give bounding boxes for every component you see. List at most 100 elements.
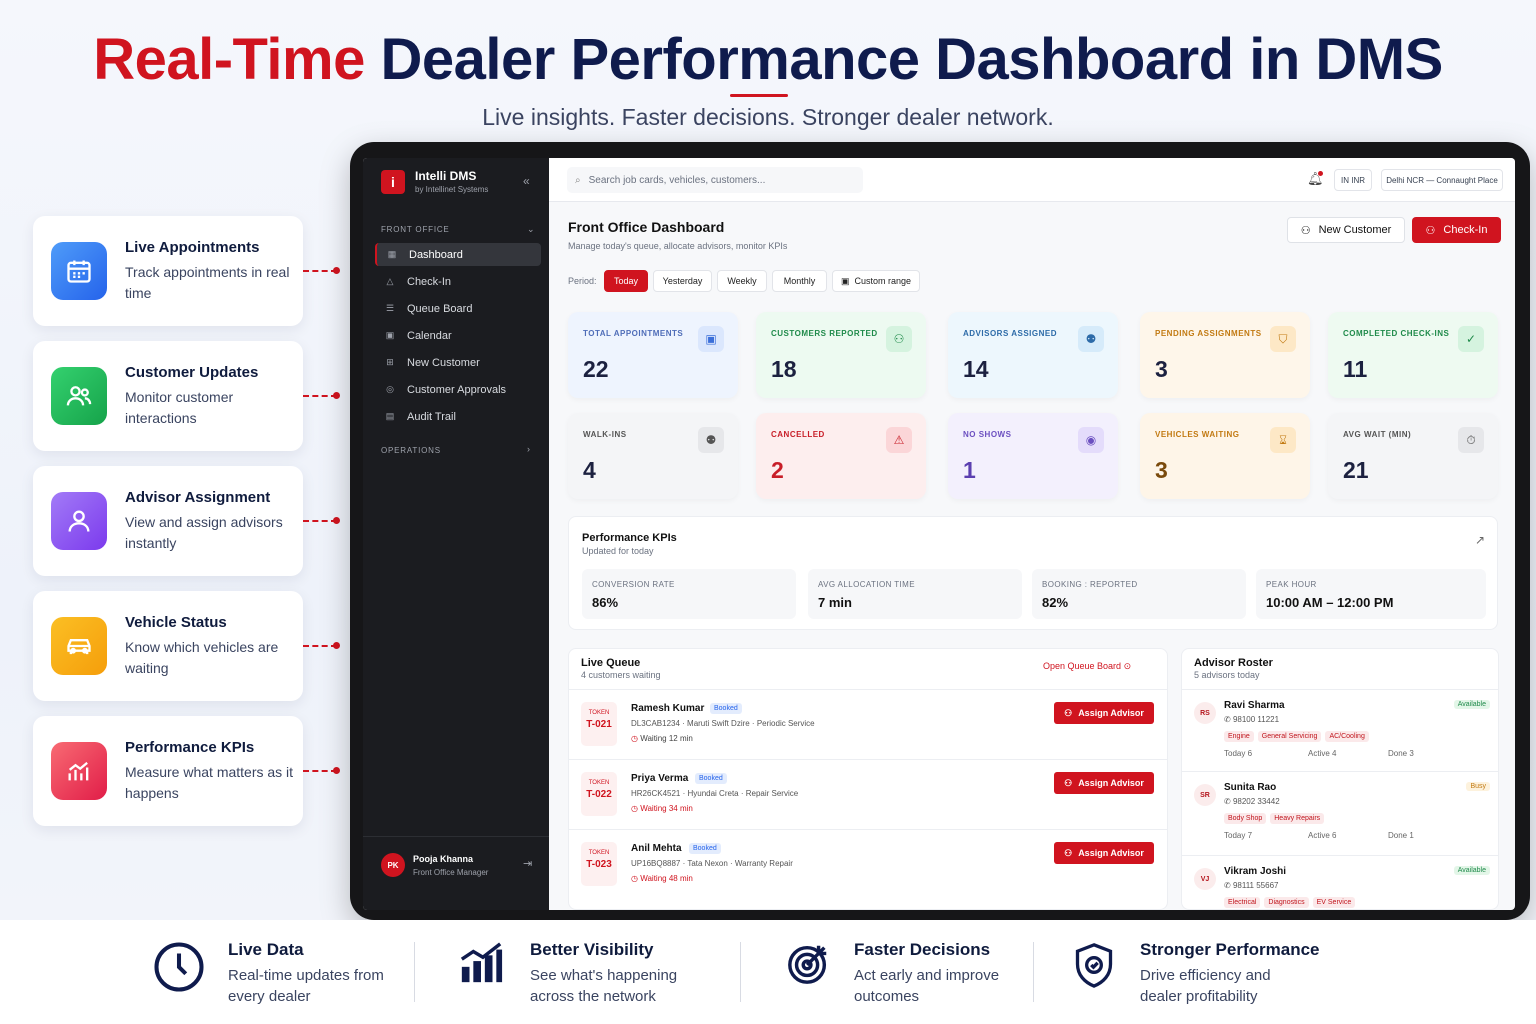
feature-title: Live Appointments bbox=[125, 238, 260, 256]
skill-tag: AC/Cooling bbox=[1325, 731, 1369, 742]
kpi-value: 11 bbox=[1343, 356, 1368, 382]
users-icon: ⚉ bbox=[698, 427, 724, 453]
token-badge: TOKEN T-021 bbox=[581, 702, 617, 746]
feature-title: Performance KPIs bbox=[125, 738, 255, 756]
metric-label: PEAK HOUR bbox=[1266, 580, 1317, 589]
feature-card-kpis: Performance KPIs Measure what matters as … bbox=[33, 716, 303, 826]
wait-time: ◷ Waiting 12 min bbox=[631, 734, 693, 743]
kpi-label: ADVISORS ASSIGNED bbox=[963, 329, 1057, 338]
period-today[interactable]: Today bbox=[604, 270, 648, 292]
assign-advisor-button[interactable]: ⚇ Assign Advisor bbox=[1054, 702, 1154, 724]
assign-advisor-button[interactable]: ⚇ Assign Advisor bbox=[1054, 772, 1154, 794]
panel-title: Live Queue bbox=[581, 657, 641, 669]
kpi-card-total-appointments[interactable]: TOTAL APPOINTMENTS 22 ▣ bbox=[568, 312, 738, 398]
connector-line bbox=[303, 270, 337, 272]
kpi-card-walk-ins[interactable]: WALK-INS 4 ⚉ bbox=[568, 413, 738, 499]
period-yesterday[interactable]: Yesterday bbox=[653, 270, 712, 292]
feature-desc: Measure what matters as it happens bbox=[125, 763, 294, 801]
metric-peak-hour: PEAK HOUR 10:00 AM – 12:00 PM bbox=[1256, 569, 1486, 619]
section-front-office[interactable]: FRONT OFFICE bbox=[381, 225, 450, 234]
sidebar-item-audit-trail[interactable]: ▤ Audit Trail bbox=[375, 405, 541, 428]
period-weekly[interactable]: Weekly bbox=[717, 270, 767, 292]
kpi-card-advisors-assigned[interactable]: ADVISORS ASSIGNED 14 ⚉ bbox=[948, 312, 1118, 398]
warning-icon: ⚠ bbox=[886, 427, 912, 453]
page-subtitle: Manage today's queue, allocate advisors,… bbox=[568, 241, 788, 251]
kpi-card-cancelled[interactable]: CANCELLED 2 ⚠ bbox=[756, 413, 926, 499]
sidebar-item-calendar[interactable]: ▣ Calendar bbox=[375, 324, 541, 347]
app-logo: i bbox=[381, 170, 405, 194]
kpi-card-completed-check-ins[interactable]: COMPLETED CHECK-INS 11 ✓ bbox=[1328, 312, 1498, 398]
sidebar-item-queue-board[interactable]: ☰ Queue Board bbox=[375, 297, 541, 320]
feature-title: Advisor Assignment bbox=[125, 488, 271, 506]
panel-subtitle: 5 advisors today bbox=[1194, 670, 1260, 680]
advisor-row[interactable]: RS Ravi Sharma ✆ 98100 11221 Available E… bbox=[1182, 689, 1498, 771]
kpi-card-no-shows[interactable]: NO SHOWS 1 ◉ bbox=[948, 413, 1118, 499]
chevron-down-icon[interactable]: ⌄ bbox=[527, 224, 535, 235]
arrow-circle-icon: ⊙ bbox=[1123, 661, 1132, 671]
benefit-desc: Real-time updates from every dealer bbox=[228, 967, 384, 1005]
period-monthly[interactable]: Monthly bbox=[772, 270, 827, 292]
vehicle-detail: DL3CAB1234 · Maruti Swift Dzire · Period… bbox=[631, 719, 815, 728]
wait-time: ◷ Waiting 48 min bbox=[631, 874, 693, 883]
connector-line bbox=[303, 770, 337, 772]
collapse-sidebar-icon[interactable]: « bbox=[523, 174, 530, 188]
queue-row[interactable]: TOKEN T-021 Ramesh Kumar Booked DL3CAB123… bbox=[569, 689, 1167, 759]
user-add-icon: ⚇ bbox=[1064, 777, 1073, 788]
feature-card-customers: Customer Updates Monitor customer interac… bbox=[33, 341, 303, 451]
calendar-icon: ▣ bbox=[385, 330, 395, 340]
phone-text: 98202 33442 bbox=[1232, 797, 1280, 806]
user-add-icon: ⚇ bbox=[1064, 707, 1073, 718]
phone-text: 98111 55667 bbox=[1232, 881, 1279, 890]
currency-selector[interactable]: IN INR bbox=[1334, 169, 1372, 191]
kpi-card-customers-reported[interactable]: CUSTOMERS REPORTED 18 ⚇ bbox=[756, 312, 926, 398]
kpi-label: TOTAL APPOINTMENTS bbox=[583, 329, 684, 338]
kpi-value: 22 bbox=[583, 356, 609, 382]
queue-row[interactable]: TOKEN T-023 Anil Mehta Booked UP16BQ8887 … bbox=[569, 829, 1167, 899]
token-value: T-021 bbox=[586, 719, 612, 730]
user-add-icon: ⚇ bbox=[1300, 224, 1311, 237]
trend-up-icon[interactable]: ↗ bbox=[1475, 533, 1485, 547]
sidebar-item-dashboard[interactable]: ▦ Dashboard bbox=[375, 243, 541, 266]
user-add-icon: ⚇ bbox=[1064, 847, 1073, 858]
user-add-icon: ⊞ bbox=[386, 357, 394, 367]
advisor-row[interactable]: SR Sunita Rao ✆ 98202 33442 Busy Body Sh… bbox=[1182, 771, 1498, 855]
skill-tag: Electrical bbox=[1224, 897, 1261, 908]
benefit-live-data: Live Data Real-time updates from every de… bbox=[152, 940, 388, 1007]
assign-advisor-label: Assign Advisor bbox=[1078, 778, 1144, 788]
sidebar-item-customer-approvals[interactable]: ◎ Customer Approvals bbox=[375, 378, 541, 401]
kpi-value: 21 bbox=[1343, 457, 1369, 483]
user-profile[interactable]: PK Pooja Khanna Front Office Manager ⇥ bbox=[363, 836, 549, 910]
kpi-card-pending-assignments[interactable]: PENDING ASSIGNMENTS 3 ⛉ bbox=[1140, 312, 1310, 398]
sidebar-item-check-in[interactable]: △ Check-In bbox=[375, 270, 541, 293]
sidebar: i Intelli DMS by Intellinet Systems « FR… bbox=[363, 158, 549, 910]
shield-check-icon bbox=[1072, 940, 1116, 995]
chevron-right-icon[interactable]: › bbox=[527, 444, 530, 454]
kpi-value: 14 bbox=[963, 356, 989, 382]
user-role: Front Office Manager bbox=[413, 868, 489, 877]
page-title: Front Office Dashboard bbox=[568, 219, 725, 235]
kpi-label: PENDING ASSIGNMENTS bbox=[1155, 329, 1262, 338]
search-input[interactable]: ⌕ Search job cards, vehicles, customers..… bbox=[567, 167, 863, 193]
metric-value: 86% bbox=[592, 595, 619, 610]
open-queue-board-link[interactable]: Open Queue Board ⊙ bbox=[1043, 661, 1131, 672]
sidebar-item-label: Audit Trail bbox=[407, 410, 456, 423]
car-icon bbox=[51, 617, 107, 675]
logout-icon[interactable]: ⇥ bbox=[523, 857, 532, 870]
benefit-stronger-performance: Stronger Performance Drive efficiency and… bbox=[1072, 940, 1320, 1007]
kpi-card-vehicles-waiting[interactable]: VEHICLES WAITING 3 ⌛︎ bbox=[1140, 413, 1310, 499]
calendar-icon: ▣ bbox=[698, 326, 724, 352]
kpi-card-avg-wait[interactable]: AVG WAIT (MIN) 21 ⏱︎ bbox=[1328, 413, 1498, 499]
sidebar-item-label: New Customer bbox=[407, 356, 480, 369]
assign-advisor-button[interactable]: ⚇ Assign Advisor bbox=[1054, 842, 1154, 864]
section-operations[interactable]: OPERATIONS bbox=[381, 446, 441, 455]
location-selector[interactable]: Delhi NCR — Connaught Place bbox=[1381, 169, 1503, 191]
check-in-button[interactable]: ⚇ Check-In bbox=[1412, 217, 1501, 243]
advisor-row[interactable]: VJ Vikram Joshi ✆ 98111 55667 Available … bbox=[1182, 855, 1498, 909]
sidebar-item-new-customer[interactable]: ⊞ New Customer bbox=[375, 351, 541, 374]
new-customer-button[interactable]: ⚇ New Customer bbox=[1287, 217, 1405, 243]
token-label: TOKEN bbox=[588, 850, 610, 856]
kpi-value: 3 bbox=[1155, 457, 1168, 483]
period-custom-range[interactable]: ▣ Custom range bbox=[832, 270, 920, 292]
grid-icon: ▦ bbox=[387, 249, 397, 259]
queue-row[interactable]: TOKEN T-022 Priya Verma Booked HR26CK4521… bbox=[569, 759, 1167, 829]
